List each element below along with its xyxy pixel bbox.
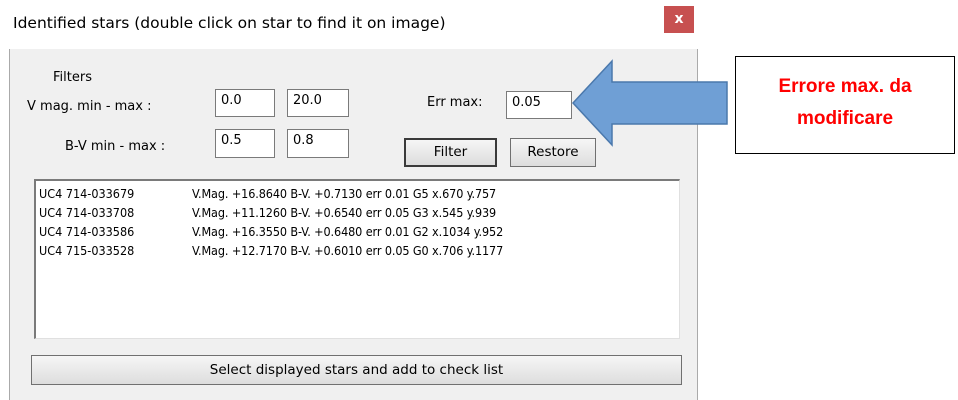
close-button[interactable]: x [664, 6, 694, 33]
filter-button[interactable]: Filter [404, 138, 497, 167]
left-arrow-icon [571, 59, 728, 147]
star-id: UC4 714-033586 [39, 224, 135, 239]
dialog-title: Identified stars (double click on star t… [13, 14, 446, 32]
star-id: UC4 715-033528 [39, 243, 135, 258]
annotation-line-2: modificare [796, 108, 894, 129]
annotation-line-1: Errore max. da [778, 76, 912, 97]
vmag-min-input[interactable]: 0.0 [215, 89, 275, 117]
err-max-label: Err max: [427, 95, 483, 110]
add-to-check-list-button[interactable]: Select displayed stars and add to check … [31, 355, 682, 385]
annotation-callout: Errore max. da modificare [735, 56, 955, 154]
vmag-max-input[interactable]: 20.0 [287, 89, 349, 117]
star-info: V.Mag. +12.7170 B-V. +0.6010 err 0.05 G0… [192, 243, 504, 258]
list-item[interactable]: UC4 714-033708 V.Mag. +11.1260 B-V. +0.6… [39, 203, 679, 222]
stars-listbox[interactable]: UC4 714-033679 V.Mag. +16.8640 B-V. +0.7… [34, 179, 680, 339]
bv-max-input[interactable]: 0.8 [287, 129, 349, 158]
err-max-input[interactable]: 0.05 [506, 91, 572, 119]
close-icon: x [674, 11, 684, 27]
star-info: V.Mag. +11.1260 B-V. +0.6540 err 0.05 G3… [192, 205, 497, 220]
star-info: V.Mag. +16.3550 B-V. +0.6480 err 0.01 G2… [192, 224, 504, 239]
star-id: UC4 714-033708 [39, 205, 135, 220]
dialog-titlebar[interactable]: Identified stars (double click on star t… [0, 0, 720, 48]
filters-label: Filters [53, 70, 92, 85]
list-item[interactable]: UC4 715-033528 V.Mag. +12.7170 B-V. +0.6… [39, 241, 679, 260]
bv-label: B-V min - max : [65, 139, 166, 154]
list-item[interactable]: UC4 714-033586 V.Mag. +16.3550 B-V. +0.6… [39, 222, 679, 241]
vmag-label: V mag. min - max : [27, 99, 152, 114]
arrow-shape [571, 59, 728, 147]
star-info: V.Mag. +16.8640 B-V. +0.7130 err 0.01 G5… [192, 186, 497, 201]
star-id: UC4 714-033679 [39, 186, 135, 201]
list-item[interactable]: UC4 714-033679 V.Mag. +16.8640 B-V. +0.7… [39, 184, 679, 203]
bv-min-input[interactable]: 0.5 [215, 129, 275, 158]
